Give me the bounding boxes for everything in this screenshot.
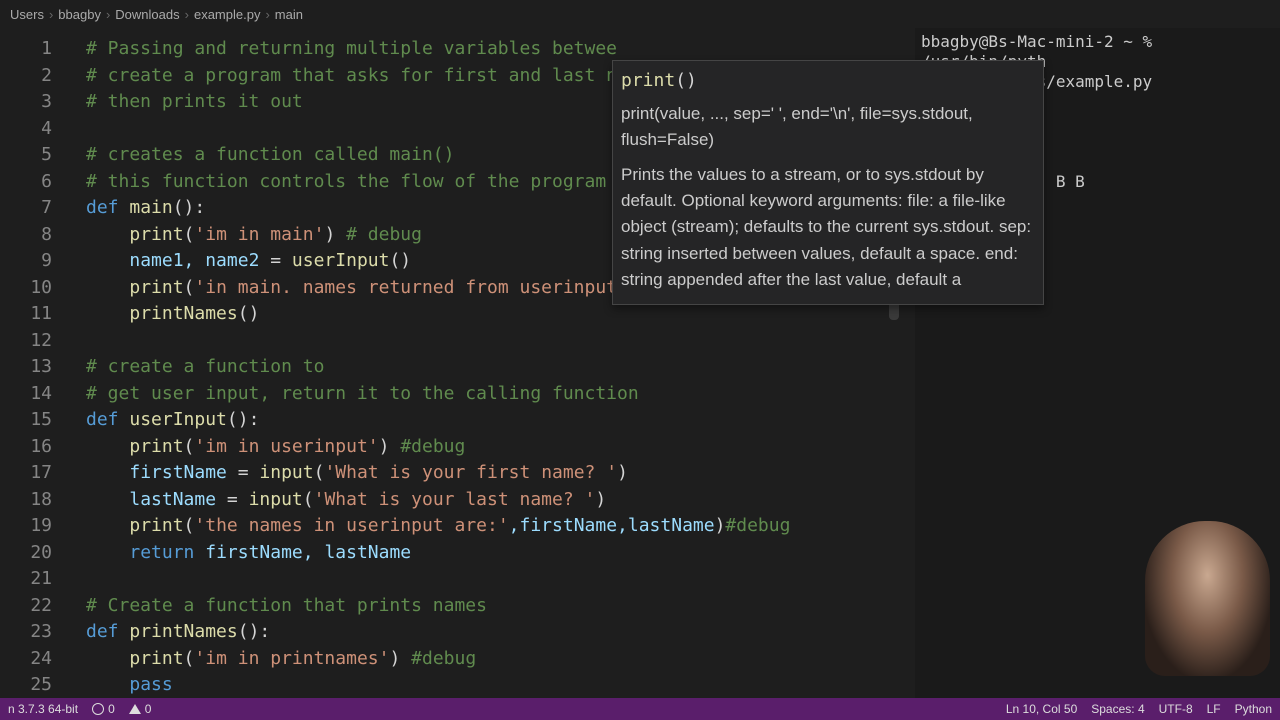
tooltip-params: print(value, ..., sep=' ', end='\n', fil… [621, 101, 1035, 154]
error-icon [92, 703, 104, 715]
status-errors[interactable]: 0 [92, 702, 115, 716]
app-root: Users › bbagby › Downloads › example.py › main 1… [0, 0, 1280, 720]
status-cursor-pos[interactable]: Ln 10, Col 50 [1006, 702, 1077, 716]
breadcrumb-item[interactable]: example.py [194, 7, 260, 22]
chevron-right-icon: › [185, 7, 189, 22]
status-interpreter[interactable]: n 3.7.3 64-bit [8, 702, 78, 716]
chevron-right-icon: › [106, 7, 110, 22]
status-warnings[interactable]: 0 [129, 702, 152, 716]
status-eol[interactable]: LF [1207, 702, 1221, 716]
status-language[interactable]: Python [1235, 702, 1272, 716]
tooltip-fn-name: print [621, 70, 675, 91]
breadcrumb-item[interactable]: Downloads [115, 7, 179, 22]
tooltip-doc: Prints the values to a stream, or to sys… [621, 162, 1035, 294]
status-indent[interactable]: Spaces: 4 [1091, 702, 1144, 716]
chevron-right-icon: › [265, 7, 269, 22]
breadcrumb[interactable]: Users › bbagby › Downloads › example.py › main [0, 0, 1280, 28]
breadcrumb-item[interactable]: main [275, 7, 303, 22]
warning-icon [129, 704, 141, 714]
webcam-overlay [1145, 521, 1270, 676]
main-area: 1234567891011121314151617181920212223242… [0, 28, 1280, 698]
status-bar: n 3.7.3 64-bit 0 0 Ln 10, Col 50 Spaces:… [0, 698, 1280, 720]
status-encoding[interactable]: UTF-8 [1159, 702, 1193, 716]
signature-help-tooltip: print() print(value, ..., sep=' ', end='… [612, 60, 1044, 305]
chevron-right-icon: › [49, 7, 53, 22]
breadcrumb-item[interactable]: bbagby [58, 7, 101, 22]
line-gutter: 1234567891011121314151617181920212223242… [0, 28, 70, 698]
breadcrumb-item[interactable]: Users [10, 7, 44, 22]
